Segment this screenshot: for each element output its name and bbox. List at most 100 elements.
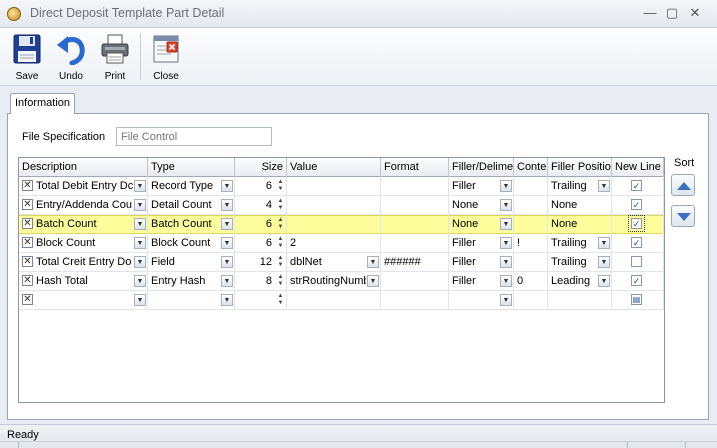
spinner-icon[interactable]: ▲ ▼ (276, 236, 285, 250)
chevron-down-icon[interactable]: ▼ (598, 180, 610, 192)
new-line-checkbox[interactable]: ✓ (631, 275, 642, 286)
chevron-down-icon[interactable]: ▼ (500, 180, 512, 192)
content-cell[interactable] (514, 177, 548, 196)
spinner-icon[interactable]: ▲ ▼ (276, 217, 285, 231)
chevron-down-icon[interactable]: ▼ (134, 199, 146, 211)
filler-position-cell[interactable]: None (548, 215, 612, 234)
description-cell[interactable]: ✕ Entry/Addenda Cou ▼ (19, 196, 148, 215)
new-line-cell[interactable] (612, 253, 664, 272)
header-content[interactable]: Conter (514, 158, 548, 177)
chevron-down-icon[interactable]: ▼ (500, 237, 512, 249)
type-cell[interactable]: ▼ (148, 291, 235, 310)
size-cell[interactable]: 6 ▲ ▼ (235, 234, 287, 253)
new-line-cell[interactable]: ▤ (612, 291, 664, 310)
filler-position-cell[interactable]: None (548, 196, 612, 215)
new-line-cell[interactable]: ✓ (612, 196, 664, 215)
header-value[interactable]: Value (287, 158, 381, 177)
new-line-checkbox[interactable]: ✓ (628, 215, 645, 232)
format-cell[interactable] (381, 234, 449, 253)
new-line-checkbox[interactable] (631, 256, 642, 267)
filler-position-cell[interactable]: Leading ▼ (548, 272, 612, 291)
sort-up-button[interactable] (671, 174, 695, 196)
chevron-down-icon[interactable]: ▼ (500, 294, 512, 306)
description-cell[interactable]: ✕ Total Debit Entry Dc ▼ (19, 177, 148, 196)
chevron-down-icon[interactable]: ▼ (221, 275, 233, 287)
chevron-down-icon[interactable]: ▼ (367, 275, 379, 287)
new-line-checkbox[interactable]: ▤ (631, 294, 642, 305)
new-line-checkbox[interactable]: ✓ (631, 180, 642, 191)
description-cell[interactable]: ✕ ▼ (19, 291, 148, 310)
new-line-cell[interactable]: ✓ (612, 177, 664, 196)
format-cell[interactable] (381, 272, 449, 291)
delete-row-icon[interactable]: ✕ (22, 218, 33, 229)
table-row[interactable]: ✕ Hash Total ▼ Entry Hash ▼ 8 ▲ ▼ strRout… (19, 272, 664, 291)
type-cell[interactable]: Record Type ▼ (148, 177, 235, 196)
content-cell[interactable]: ! (514, 234, 548, 253)
table-row[interactable]: ✕ Total Creit Entry Do ▼ Field ▼ 12 ▲ ▼ d… (19, 253, 664, 272)
file-specification-input[interactable] (116, 127, 272, 146)
chevron-down-icon[interactable]: ▼ (500, 275, 512, 287)
value-cell[interactable]: 2 (287, 234, 381, 253)
save-button[interactable]: Save (8, 31, 46, 83)
chevron-down-icon[interactable]: ▼ (500, 256, 512, 268)
filler-position-cell[interactable] (548, 291, 612, 310)
chevron-down-icon[interactable]: ▼ (221, 237, 233, 249)
sort-down-button[interactable] (671, 205, 695, 227)
size-cell[interactable]: ▲ ▼ (235, 291, 287, 310)
chevron-down-icon[interactable]: ▼ (367, 256, 379, 268)
description-cell[interactable]: ✕ Hash Total ▼ (19, 272, 148, 291)
description-cell[interactable]: ✕ Batch Count ▼ (19, 215, 148, 234)
size-cell[interactable]: 8 ▲ ▼ (235, 272, 287, 291)
header-size[interactable]: Size (235, 158, 287, 177)
chevron-down-icon[interactable]: ▼ (134, 275, 146, 287)
size-cell[interactable]: 12 ▲ ▼ (235, 253, 287, 272)
content-cell[interactable] (514, 291, 548, 310)
chevron-down-icon[interactable]: ▼ (598, 237, 610, 249)
chevron-down-icon[interactable]: ▼ (134, 180, 146, 192)
chevron-down-icon[interactable]: ▼ (134, 237, 146, 249)
spinner-icon[interactable]: ▲ ▼ (276, 274, 285, 288)
chevron-down-icon[interactable]: ▼ (500, 218, 512, 230)
filler-position-cell[interactable]: Trailing ▼ (548, 234, 612, 253)
filler-cell[interactable]: None ▼ (449, 196, 514, 215)
chevron-down-icon[interactable]: ▼ (598, 256, 610, 268)
chevron-down-icon[interactable]: ▼ (221, 256, 233, 268)
size-cell[interactable]: 6 ▲ ▼ (235, 177, 287, 196)
filler-cell[interactable]: Filler ▼ (449, 272, 514, 291)
table-row[interactable]: ✕ Block Count ▼ Block Count ▼ 6 ▲ ▼ 2 Fil… (19, 234, 664, 253)
content-cell[interactable] (514, 215, 548, 234)
format-cell[interactable] (381, 177, 449, 196)
type-cell[interactable]: Detail Count ▼ (148, 196, 235, 215)
filler-position-cell[interactable]: Trailing ▼ (548, 253, 612, 272)
value-cell[interactable] (287, 196, 381, 215)
filler-cell[interactable]: ▼ (449, 291, 514, 310)
filler-cell[interactable]: Filler ▼ (449, 253, 514, 272)
value-cell[interactable]: strRoutingNumb ▼ (287, 272, 381, 291)
chevron-down-icon[interactable]: ▼ (598, 275, 610, 287)
filler-position-cell[interactable]: Trailing ▼ (548, 177, 612, 196)
header-new-line[interactable]: New Line (612, 158, 664, 177)
chevron-down-icon[interactable]: ▼ (221, 199, 233, 211)
type-cell[interactable]: Entry Hash ▼ (148, 272, 235, 291)
format-cell[interactable] (381, 196, 449, 215)
close-button[interactable]: Close (147, 31, 185, 83)
description-cell[interactable]: ✕ Block Count ▼ (19, 234, 148, 253)
spinner-icon[interactable]: ▲ ▼ (276, 179, 285, 193)
delete-row-icon[interactable]: ✕ (22, 256, 33, 267)
new-line-cell[interactable]: ✓ (612, 215, 664, 234)
header-format[interactable]: Format (381, 158, 449, 177)
table-row[interactable]: ✕ Total Debit Entry Dc ▼ Record Type ▼ 6… (19, 177, 664, 196)
value-cell[interactable] (287, 177, 381, 196)
delete-row-icon[interactable]: ✕ (22, 199, 33, 210)
delete-row-icon[interactable]: ✕ (22, 180, 33, 191)
format-cell[interactable] (381, 215, 449, 234)
new-line-cell[interactable]: ✓ (612, 234, 664, 253)
value-cell[interactable] (287, 215, 381, 234)
chevron-down-icon[interactable]: ▼ (500, 199, 512, 211)
description-cell[interactable]: ✕ Total Creit Entry Do ▼ (19, 253, 148, 272)
new-line-cell[interactable]: ✓ (612, 272, 664, 291)
delete-row-icon[interactable]: ✕ (22, 237, 33, 248)
chevron-down-icon[interactable]: ▼ (134, 294, 146, 306)
chevron-down-icon[interactable]: ▼ (221, 218, 233, 230)
type-cell[interactable]: Batch Count ▼ (148, 215, 235, 234)
